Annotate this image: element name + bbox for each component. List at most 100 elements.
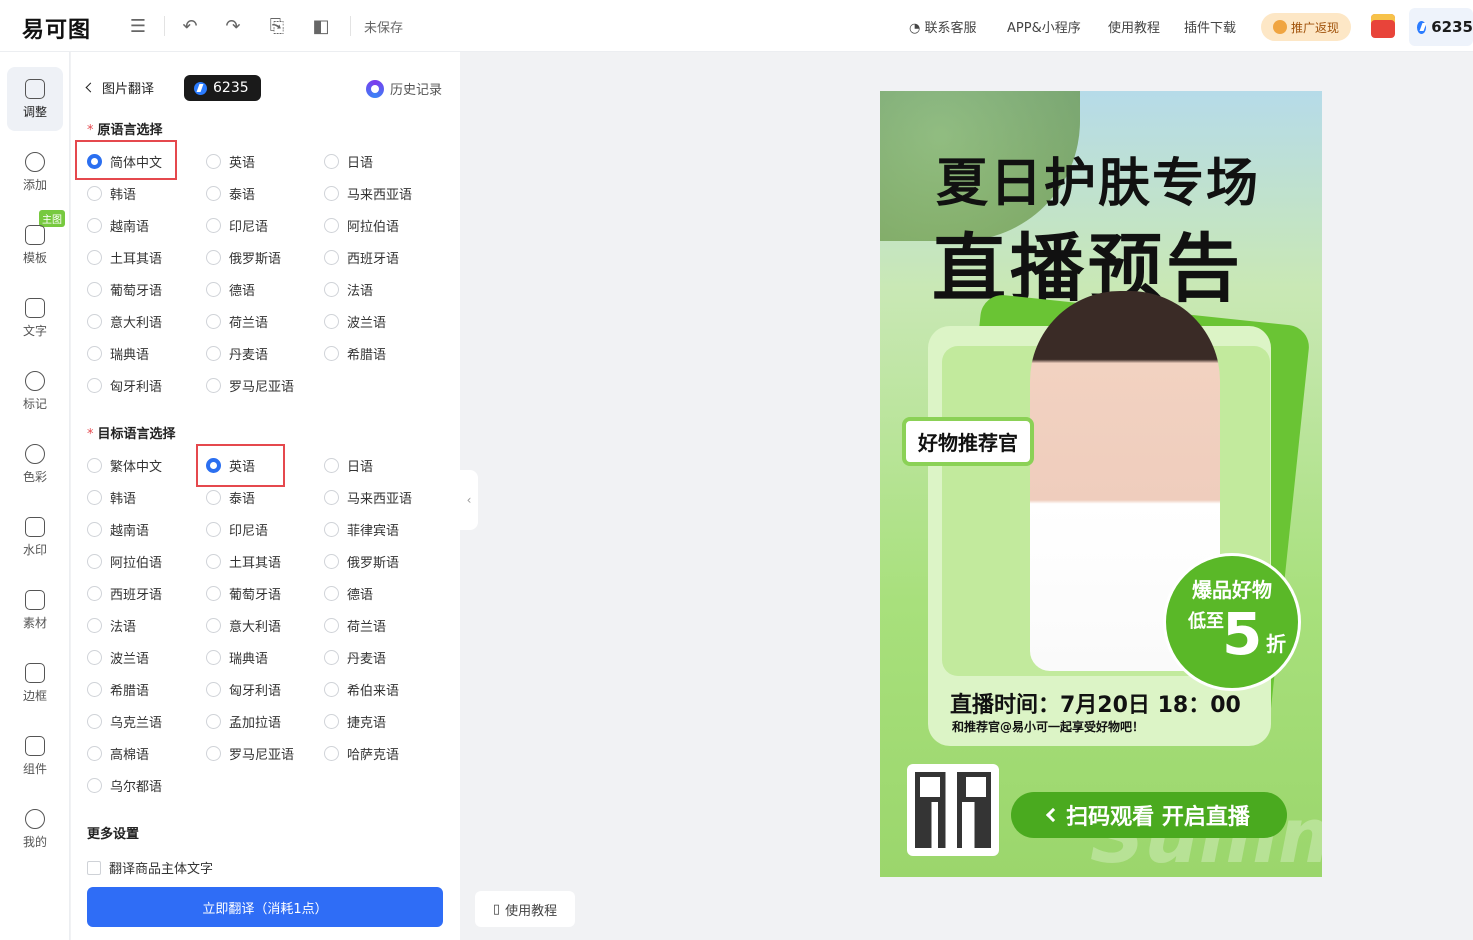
radio-circle[interactable]: [324, 282, 339, 297]
radio-circle[interactable]: [87, 618, 102, 633]
radio-circle[interactable]: [324, 746, 339, 761]
radio-circle[interactable]: [324, 250, 339, 265]
target-language-option[interactable]: 孟加拉语: [206, 712, 281, 731]
back-button[interactable]: 图片翻译: [85, 78, 154, 97]
target-language-option[interactable]: 哈萨克语: [324, 744, 399, 763]
radio-circle[interactable]: [324, 490, 339, 505]
target-language-option[interactable]: 阿拉伯语: [87, 552, 162, 571]
radio-circle[interactable]: [206, 682, 221, 697]
source-language-option[interactable]: 意大利语: [87, 312, 162, 331]
source-language-option[interactable]: 法语: [324, 280, 373, 299]
contact-support-link[interactable]: ◔ 联系客服: [909, 17, 977, 36]
target-language-option[interactable]: 高棉语: [87, 744, 149, 763]
checkbox-box[interactable]: [87, 860, 101, 875]
radio-circle[interactable]: [87, 490, 102, 505]
radio-circle[interactable]: [324, 458, 339, 473]
translate-now-button[interactable]: 立即翻译（消耗1点）: [87, 887, 443, 927]
target-language-option[interactable]: 瑞典语: [206, 648, 268, 667]
radio-circle[interactable]: [206, 746, 221, 761]
target-language-option[interactable]: 泰语: [206, 488, 255, 507]
translate-product-text-checkbox[interactable]: 翻译商品主体文字: [87, 858, 213, 877]
radio-circle[interactable]: [87, 458, 102, 473]
radio-circle[interactable]: [324, 682, 339, 697]
radio-circle[interactable]: [324, 618, 339, 633]
source-language-option[interactable]: 俄罗斯语: [206, 248, 281, 267]
radio-circle[interactable]: [87, 650, 102, 665]
plugin-download-link[interactable]: 插件下载: [1184, 17, 1236, 36]
source-language-option[interactable]: 印尼语: [206, 216, 268, 235]
gift-icon[interactable]: [1371, 14, 1395, 38]
menu-icon[interactable]: ☰: [128, 16, 148, 37]
sidebar-item-template[interactable]: 模板: [7, 213, 63, 277]
target-language-option[interactable]: 越南语: [87, 520, 149, 539]
radio-circle[interactable]: [87, 714, 102, 729]
source-language-option[interactable]: 希腊语: [324, 344, 386, 363]
radio-circle[interactable]: [206, 618, 221, 633]
radio-circle[interactable]: [206, 554, 221, 569]
radio-circle[interactable]: [206, 154, 221, 169]
sidebar-item-adjust[interactable]: 调整: [7, 67, 63, 131]
radio-circle[interactable]: [324, 714, 339, 729]
target-language-option[interactable]: 马来西亚语: [324, 488, 412, 507]
target-language-option[interactable]: 捷克语: [324, 712, 386, 731]
radio-circle[interactable]: [87, 314, 102, 329]
radio-circle[interactable]: [206, 250, 221, 265]
target-language-option[interactable]: 意大利语: [206, 616, 281, 635]
radio-circle[interactable]: [324, 554, 339, 569]
target-language-option[interactable]: 西班牙语: [87, 584, 162, 603]
radio-circle[interactable]: [206, 314, 221, 329]
poster-image[interactable]: 夏日护肤专场 直播预告 好物推荐官 爆品好物 低至 5 折 直播时间：7月20日…: [880, 91, 1322, 877]
source-language-option[interactable]: 日语: [324, 152, 373, 171]
radio-circle[interactable]: [206, 186, 221, 201]
source-language-option[interactable]: 越南语: [87, 216, 149, 235]
radio-circle[interactable]: [206, 490, 221, 505]
sidebar-item-text[interactable]: 文字: [7, 286, 63, 350]
sidebar-item-component[interactable]: 组件: [7, 724, 63, 788]
radio-circle[interactable]: [87, 682, 102, 697]
target-language-option[interactable]: 土耳其语: [206, 552, 281, 571]
radio-circle[interactable]: [206, 378, 221, 393]
tutorial-link[interactable]: 使用教程: [1108, 17, 1160, 36]
sidebar-item-color[interactable]: 色彩: [7, 432, 63, 496]
radio-circle[interactable]: [206, 714, 221, 729]
target-language-option[interactable]: 希伯来语: [324, 680, 399, 699]
radio-circle[interactable]: [206, 650, 221, 665]
radio-circle[interactable]: [324, 346, 339, 361]
source-language-option[interactable]: 土耳其语: [87, 248, 162, 267]
compare-icon[interactable]: ◧: [311, 16, 331, 37]
sidebar-item-border[interactable]: 边框: [7, 651, 63, 715]
radio-circle[interactable]: [206, 282, 221, 297]
radio-circle[interactable]: [324, 650, 339, 665]
target-language-option[interactable]: 印尼语: [206, 520, 268, 539]
radio-circle[interactable]: [87, 778, 102, 793]
radio-circle[interactable]: [87, 250, 102, 265]
source-language-option[interactable]: 韩语: [87, 184, 136, 203]
radio-circle[interactable]: [87, 282, 102, 297]
collapse-panel-button[interactable]: ‹: [460, 470, 478, 530]
sidebar-item-mark[interactable]: 标记: [7, 359, 63, 423]
radio-circle[interactable]: [324, 586, 339, 601]
radio-circle[interactable]: [87, 346, 102, 361]
promo-button[interactable]: 推广返现: [1261, 13, 1351, 41]
sidebar-item-mine[interactable]: 我的: [7, 797, 63, 861]
source-language-option[interactable]: 德语: [206, 280, 255, 299]
target-language-option[interactable]: 韩语: [87, 488, 136, 507]
radio-circle[interactable]: [87, 554, 102, 569]
source-language-option[interactable]: 匈牙利语: [87, 376, 162, 395]
radio-circle[interactable]: [206, 346, 221, 361]
radio-circle[interactable]: [87, 218, 102, 233]
target-language-option[interactable]: 葡萄牙语: [206, 584, 281, 603]
target-language-option[interactable]: 日语: [324, 456, 373, 475]
source-language-option[interactable]: 西班牙语: [324, 248, 399, 267]
canvas-tutorial-button[interactable]: ▯ 使用教程: [475, 891, 575, 927]
radio-circle[interactable]: [324, 186, 339, 201]
sidebar-item-add[interactable]: 添加: [7, 140, 63, 204]
source-language-option[interactable]: 阿拉伯语: [324, 216, 399, 235]
source-language-option[interactable]: 丹麦语: [206, 344, 268, 363]
radio-circle[interactable]: [87, 186, 102, 201]
target-language-option[interactable]: 乌克兰语: [87, 712, 162, 731]
target-language-option[interactable]: 丹麦语: [324, 648, 386, 667]
radio-circle[interactable]: [206, 586, 221, 601]
target-language-option[interactable]: 法语: [87, 616, 136, 635]
source-language-option[interactable]: 荷兰语: [206, 312, 268, 331]
